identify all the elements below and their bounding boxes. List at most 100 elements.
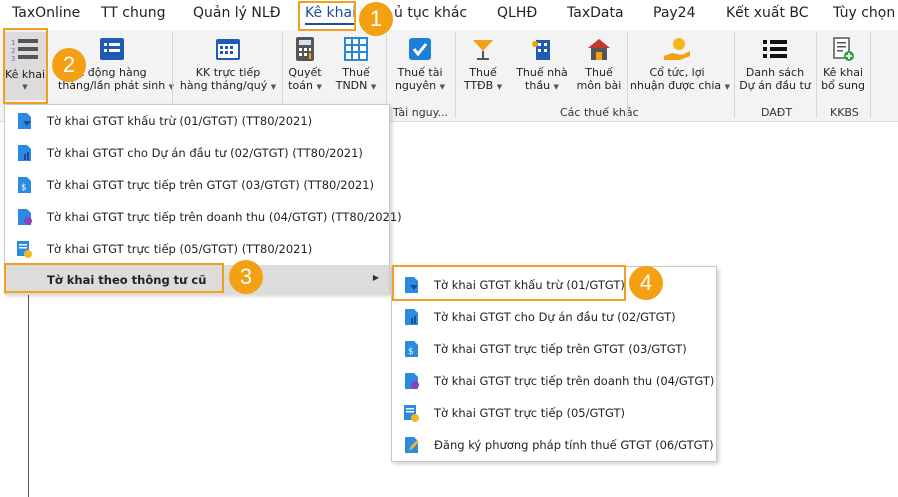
thue-mon-bai-button[interactable]: Thuế môn bài bbox=[576, 32, 622, 102]
ke-khai-bs-label-1: Kê khai bbox=[822, 66, 864, 79]
thue-tndn-label-1: Thuế bbox=[342, 66, 370, 79]
form-dollar-icon: $ bbox=[405, 341, 418, 357]
step-badge-1: 1 bbox=[359, 2, 393, 36]
danh-sach-du-an-button[interactable]: Danh sách Dự án đầu tư bbox=[738, 32, 812, 102]
menu-item-05-gtgt-tt80[interactable]: Tờ khai GTGT trực tiếp (05/GTGT) (TT80/2… bbox=[5, 233, 389, 265]
grid-table-icon bbox=[344, 37, 368, 61]
svg-text:$: $ bbox=[21, 183, 27, 193]
thue-mon-bai-label-2: môn bài bbox=[576, 79, 622, 92]
shop-icon bbox=[588, 39, 610, 60]
thue-nha-thau-button[interactable]: Thuế nhà thầu ▼ bbox=[514, 32, 570, 102]
form-chart-icon bbox=[405, 309, 418, 325]
menu-item-label: Tờ khai GTGT trực tiếp trên doanh thu (0… bbox=[47, 210, 402, 224]
form-coin-icon bbox=[17, 241, 32, 258]
chevron-right-icon: ▶ bbox=[372, 273, 379, 282]
menu-item-label: Tờ khai GTGT trực tiếp (05/GTGT) (TT80/2… bbox=[47, 242, 313, 256]
group-label-tai-nguyen: Tài nguy... bbox=[393, 106, 449, 119]
ke-khai-bo-sung-button[interactable]: Kê khai bổ sung bbox=[820, 32, 866, 102]
thue-ttdb-label-2: TTĐB ▼ bbox=[463, 79, 503, 92]
menu-item-label: Tờ khai GTGT trực tiếp (05/GTGT) bbox=[434, 406, 626, 420]
menu-item-label: Tờ khai GTGT cho Dự án đầu tư (02/GTGT) … bbox=[47, 146, 363, 160]
group-label-dadt: DAĐT bbox=[761, 106, 793, 119]
menu-item-03-gtgt-tt80[interactable]: $ Tờ khai GTGT trực tiếp trên GTGT (03/G… bbox=[5, 169, 389, 201]
building-icon bbox=[532, 40, 550, 60]
submenu-item-02-gtgt[interactable]: Tờ khai GTGT cho Dự án đầu tư (02/GTGT) bbox=[392, 301, 716, 333]
menu-item-label: Tờ khai GTGT trực tiếp trên GTGT (03/GTG… bbox=[434, 342, 687, 356]
tab-taxdata[interactable]: TaxData bbox=[567, 5, 624, 21]
svg-text:$: $ bbox=[408, 347, 414, 357]
submenu-item-04-gtgt[interactable]: Tờ khai GTGT trực tiếp trên doanh thu (0… bbox=[392, 365, 716, 397]
form-pie-icon bbox=[18, 209, 32, 225]
tab-thu-tuc-khac[interactable]: ủ tục khác bbox=[394, 5, 467, 21]
bullet-list-icon bbox=[763, 40, 787, 58]
highlight-box-thong-tu-cu bbox=[4, 263, 224, 293]
tab-qlhd[interactable]: QLHĐ bbox=[497, 5, 537, 21]
calculator-icon bbox=[296, 37, 314, 61]
top-tab-bar: TaxOnline TT chung Quản lý NLĐ Kê khai ủ… bbox=[0, 0, 898, 30]
tab-ket-xuat-bc[interactable]: Kết xuất BC bbox=[726, 5, 809, 21]
form-edit-icon bbox=[405, 437, 419, 453]
quyet-toan-label-1: Quyết bbox=[288, 66, 322, 79]
thue-nha-thau-label-2: thầu ▼ bbox=[525, 79, 559, 92]
menu-item-label: Đăng ký phương pháp tính thuế GTGT (06/G… bbox=[434, 438, 714, 452]
highlight-box-ke-khai-button bbox=[3, 28, 48, 104]
thue-tndn-button[interactable]: Thuế TNDN ▼ bbox=[332, 32, 380, 102]
form-filter-icon bbox=[18, 113, 31, 129]
ribbon-separator bbox=[627, 32, 628, 118]
thue-tai-nguyen-label-1: Thuế tài bbox=[397, 66, 443, 79]
thue-ttdb-label-1: Thuế bbox=[469, 66, 497, 79]
co-tuc-button[interactable]: Cổ tức, lợi nhuận được chia ▼ bbox=[630, 32, 731, 102]
danh-sach-label-1: Danh sách bbox=[745, 66, 805, 79]
co-tuc-label-2: nhuận được chia ▼ bbox=[630, 79, 731, 92]
tab-pay24[interactable]: Pay24 bbox=[653, 5, 696, 21]
thue-tndn-label-2: TNDN ▼ bbox=[335, 79, 377, 92]
submenu-item-06-gtgt[interactable]: Đăng ký phương pháp tính thuế GTGT (06/G… bbox=[392, 429, 716, 461]
quyet-toan-button[interactable]: Quyết toán ▼ bbox=[285, 32, 325, 102]
ribbon-separator bbox=[816, 32, 817, 118]
menu-item-label: Tờ khai GTGT khấu trừ (01/GTGT) (TT80/20… bbox=[47, 114, 313, 128]
ke-khai-bs-label-2: bổ sung bbox=[821, 79, 865, 92]
step-badge-2: 2 bbox=[52, 48, 86, 82]
checkbox-icon bbox=[409, 38, 431, 60]
thue-tai-nguyen-button[interactable]: Thuế tài nguyên ▼ bbox=[390, 32, 450, 102]
ribbon-separator bbox=[734, 32, 735, 118]
thue-ttdb-button[interactable]: Thuế TTĐB ▼ bbox=[458, 32, 508, 102]
quyet-toan-label-2: toán ▼ bbox=[288, 79, 322, 92]
form-coin-icon bbox=[404, 405, 419, 422]
menu-item-label: Tờ khai GTGT trực tiếp trên doanh thu (0… bbox=[434, 374, 715, 388]
submenu-item-05-gtgt[interactable]: Tờ khai GTGT trực tiếp (05/GTGT) bbox=[392, 397, 716, 429]
danh-sach-label-2: Dự án đầu tư bbox=[739, 79, 811, 92]
highlight-box-01-gtgt bbox=[392, 265, 626, 301]
ribbon-separator bbox=[870, 32, 871, 118]
step-badge-4: 4 bbox=[629, 266, 663, 300]
cocktail-icon bbox=[473, 40, 493, 60]
document-add-icon bbox=[833, 37, 854, 61]
coin-hand-icon bbox=[664, 38, 690, 60]
thue-nha-thau-label-1: Thuế nhà bbox=[516, 66, 568, 79]
menu-item-label: Tờ khai GTGT cho Dự án đầu tư (02/GTGT) bbox=[434, 310, 676, 324]
thue-tai-nguyen-label-2: nguyên ▼ bbox=[394, 79, 446, 92]
form-chart-icon bbox=[18, 145, 31, 161]
step-badge-3: 3 bbox=[229, 260, 263, 294]
form-pie-icon bbox=[405, 373, 419, 389]
thue-mon-bai-label-1: Thuế bbox=[585, 66, 613, 79]
submenu-item-03-gtgt[interactable]: $ Tờ khai GTGT trực tiếp trên GTGT (03/G… bbox=[392, 333, 716, 365]
tab-quan-ly-nld[interactable]: Quản lý NLĐ bbox=[193, 5, 281, 21]
tu-dong-label-2: tháng/lần phát sinh ▼ bbox=[58, 79, 174, 92]
kk-truc-tiep-label-2: hàng tháng/quý ▼ bbox=[179, 79, 277, 92]
highlight-box-tab-ke-khai bbox=[298, 1, 356, 31]
kk-truc-tiep-label-1: KK trực tiếp bbox=[195, 66, 261, 79]
co-tuc-label-1: Cổ tức, lợi bbox=[649, 66, 705, 79]
menu-item-01-gtgt-tt80[interactable]: Tờ khai GTGT khấu trừ (01/GTGT) (TT80/20… bbox=[5, 105, 389, 137]
ribbon-separator bbox=[455, 32, 456, 118]
calendar-icon bbox=[216, 39, 240, 60]
tab-tt-chung[interactable]: TT chung bbox=[101, 5, 166, 21]
menu-item-02-gtgt-tt80[interactable]: Tờ khai GTGT cho Dự án đầu tư (02/GTGT) … bbox=[5, 137, 389, 169]
menu-item-04-gtgt-tt80[interactable]: Tờ khai GTGT trực tiếp trên doanh thu (0… bbox=[5, 201, 402, 233]
kk-truc-tiep-button[interactable]: KK trực tiếp hàng tháng/quý ▼ bbox=[178, 32, 278, 102]
form-dollar-icon: $ bbox=[18, 177, 31, 193]
calendar-list-icon bbox=[100, 38, 124, 60]
tab-taxonline[interactable]: TaxOnline bbox=[12, 5, 80, 21]
group-label-kkbs: KKBS bbox=[830, 106, 859, 119]
tab-tuy-chon[interactable]: Tùy chọn bbox=[833, 5, 895, 21]
